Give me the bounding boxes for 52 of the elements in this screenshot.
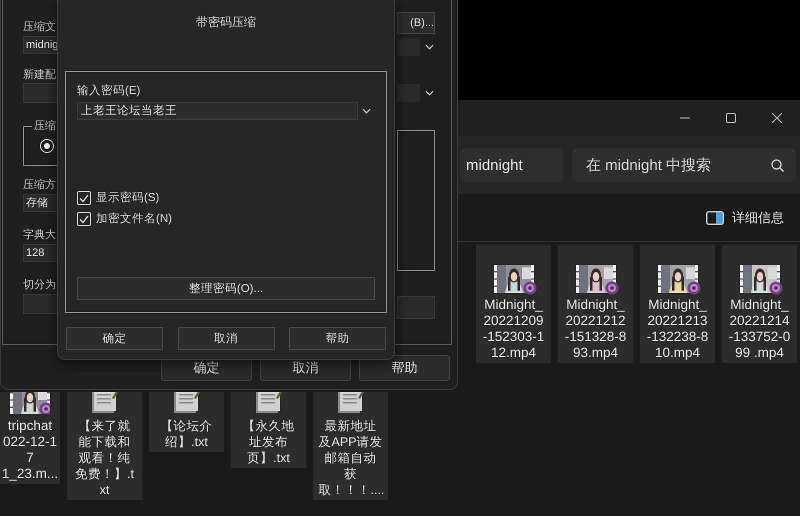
disc-icon <box>604 281 618 295</box>
chevron-icon[interactable] <box>425 44 434 50</box>
browse-button[interactable]: (B)... <box>397 12 435 34</box>
file-name: 【来了就能下载和观看！纯免费！】.txt <box>74 418 135 498</box>
field-label: 输入密码(E) <box>77 84 140 98</box>
file-name: 最新地址及APP请发邮箱自动获取！！！.... <box>318 418 382 498</box>
address-bar[interactable]: midnight <box>460 148 563 182</box>
disc-icon <box>768 281 782 295</box>
field-label: 切分为 <box>23 278 56 292</box>
input-field[interactable] <box>397 296 435 319</box>
dialog-button[interactable]: 帮助 <box>289 327 386 350</box>
organize-passwords-button[interactable]: 整理密码(O)... <box>77 277 375 300</box>
file-item[interactable]: 【来了就能下载和观看！纯免费！】.txt <box>67 392 142 500</box>
file-name: Midnight_ 20221213 -132238-8 10.mp4 <box>646 297 708 361</box>
file-item[interactable]: 最新地址及APP请发邮箱自动获取！！！.... <box>313 392 388 500</box>
search-field[interactable]: 在 midnight 中搜索 <box>572 148 796 182</box>
checkbox[interactable] <box>77 212 91 226</box>
dialog-button[interactable]: 确定 <box>66 327 163 350</box>
field-label: 压缩方 <box>23 178 56 192</box>
disc-icon <box>686 281 700 295</box>
dialog-button[interactable]: 帮助 <box>359 355 450 381</box>
file-name: 【永久地址发布页】.txt <box>242 418 296 466</box>
checkbox-label: 加密文件名(N) <box>96 212 172 226</box>
chevron-icon[interactable] <box>362 108 372 114</box>
radio-button[interactable] <box>40 139 54 153</box>
file-name: Midnight_ 20221209 -152303-1 12.mp4 <box>482 297 544 361</box>
disc-icon <box>522 281 536 295</box>
file-item[interactable]: Midnight_ 20221213 -132238-8 10.mp4 <box>640 245 715 363</box>
password-field[interactable]: 上老王论坛当老王 <box>77 102 358 120</box>
group-label: 压缩 <box>32 119 58 133</box>
file-item[interactable]: Midnight_ 20221212 -151328-8 93.mp4 <box>558 245 633 363</box>
checkbox[interactable] <box>77 191 91 205</box>
search-icon[interactable] <box>771 159 784 172</box>
field-label: 字典大 <box>23 228 56 242</box>
dialog-title: 带密码压缩 <box>195 14 257 30</box>
file-name: Midnight_ 20221214 -133752-0 99 .mp4 <box>728 297 790 361</box>
file-item[interactable]: Midnight_ 20221214 -133752-0 99 .mp4 <box>722 245 797 363</box>
file-name: 【论坛介绍】.txt <box>160 418 214 450</box>
list-box[interactable] <box>397 130 435 271</box>
field-label: 压缩文 <box>23 20 56 34</box>
panel-icon <box>706 210 724 224</box>
field-label: 新建配 <box>23 68 56 82</box>
file-item[interactable]: 【永久地址发布页】.txt <box>231 392 306 468</box>
details-button[interactable]: 详细信息 <box>702 204 788 230</box>
file-name: Midnight_ 20221212 -151328-8 93.mp4 <box>564 297 626 361</box>
file-item[interactable]: Midnight_ 20221209 -152303-1 12.mp4 <box>476 245 551 363</box>
dialog-button[interactable]: 取消 <box>178 327 274 350</box>
file-item[interactable]: tripchat 022-12-1 7 1_23.m... <box>0 392 60 484</box>
chevron-icon[interactable] <box>425 90 434 96</box>
file-name: tripchat 022-12-1 7 1_23.m... <box>2 418 58 482</box>
checkbox-label: 显示密码(S) <box>96 191 160 205</box>
file-item[interactable]: 【论坛介绍】.txt <box>149 392 224 452</box>
